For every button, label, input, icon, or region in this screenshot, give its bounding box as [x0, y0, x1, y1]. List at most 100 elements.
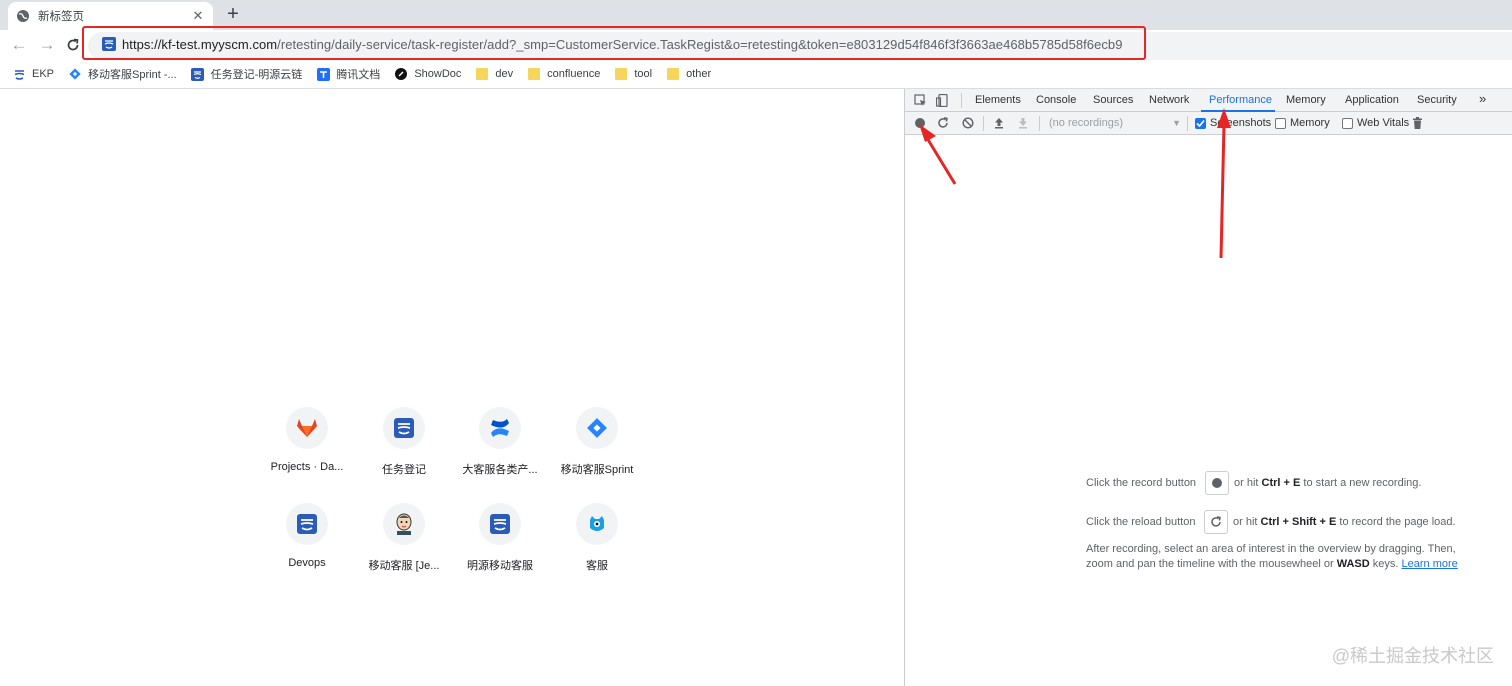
bookmark-folder[interactable]: dev — [475, 67, 513, 81]
tab-title: 新标签页 — [38, 11, 84, 23]
checkbox-checked-icon — [1195, 117, 1206, 129]
separator — [983, 116, 984, 131]
after-recording-help-2: zoom and pan the timeline with the mouse… — [1086, 558, 1458, 570]
help-text: Click the reload button — [1086, 516, 1196, 528]
shortcut-label: 移动客服Sprint — [560, 464, 634, 476]
tencent-docs-icon — [316, 67, 330, 81]
devtools-tab-bar: Elements Console Sources Network Perform… — [905, 89, 1512, 112]
reload-icon — [67, 38, 79, 51]
bookmarks-bar: EKP 移动客服Sprint -... 任务登记-明源云链 腾讯文档 ShowD… — [0, 62, 1512, 86]
bookmark-item[interactable]: ShowDoc — [394, 67, 461, 81]
tab-performance[interactable]: Performance — [1209, 94, 1272, 106]
shortcut-tile[interactable]: 任务登记 — [356, 407, 452, 477]
bookmark-folder[interactable]: tool — [614, 67, 652, 81]
bookmark-item[interactable]: 移动客服Sprint -... — [68, 66, 177, 82]
tab-security[interactable]: Security — [1417, 94, 1457, 106]
close-icon[interactable]: ✕ — [191, 8, 205, 24]
mingyuan-icon — [191, 67, 205, 81]
separator — [1039, 116, 1040, 131]
record-help-line-end: or hit Ctrl + E to start a new recording… — [1234, 477, 1421, 489]
tab-memory[interactable]: Memory — [1286, 94, 1326, 106]
tab-console[interactable]: Console — [1036, 94, 1076, 106]
reload-help-line: Click the reload button — [1086, 516, 1195, 528]
checkbox-unchecked-icon — [1275, 117, 1286, 129]
reload-record-button[interactable] — [936, 116, 950, 130]
mascot-icon — [576, 503, 618, 545]
jira-icon — [68, 67, 82, 81]
recordings-select[interactable]: (no recordings) ▼ — [1047, 115, 1181, 132]
folder-icon — [666, 67, 680, 81]
shortcut-tile[interactable]: 大客服各类产... — [452, 407, 548, 477]
bookmark-label: dev — [495, 68, 514, 80]
bookmark-item[interactable]: EKP — [12, 67, 54, 81]
shortcut-tile[interactable]: Projects · Da... — [259, 407, 355, 473]
help-reload-button[interactable] — [1204, 510, 1228, 534]
performance-toolbar: (no recordings) ▼ Screenshots Memory Web… — [905, 112, 1512, 135]
bookmark-label: other — [686, 68, 712, 80]
back-button[interactable]: ← — [8, 34, 30, 56]
reload-help-line-end: or hit Ctrl + Shift + E to record the pa… — [1233, 516, 1456, 528]
help-text: After recording, select an area of inter… — [1086, 543, 1456, 555]
tab-sources[interactable]: Sources — [1093, 94, 1133, 106]
shortcut-label: 客服 — [586, 560, 608, 572]
shortcut-label: Devops — [288, 557, 326, 569]
device-toolbar-icon[interactable] — [935, 93, 949, 107]
inspect-element-icon[interactable] — [913, 93, 927, 107]
checkbox-unchecked-icon — [1342, 117, 1353, 129]
keyboard-shortcut: WASD — [1336, 558, 1370, 570]
bookmark-folder[interactable]: other — [666, 67, 711, 81]
forward-button[interactable]: → — [36, 34, 58, 56]
mingyuan-icon — [12, 67, 26, 81]
tab-application[interactable]: Application — [1345, 94, 1399, 106]
new-tab-button[interactable]: + — [222, 3, 244, 25]
bookmark-folder[interactable]: confluence — [527, 67, 600, 81]
shortcut-label: Projects · Da... — [270, 461, 344, 473]
bookmark-item[interactable]: 腾讯文档 — [316, 66, 380, 82]
more-tabs-chevron-icon[interactable]: » — [1479, 91, 1486, 106]
shortcut-tile[interactable]: Devops — [259, 503, 355, 569]
shortcut-tile[interactable]: 移动客服 [Je... — [356, 503, 452, 573]
watermark: @稀土掘金技术社区 — [1331, 646, 1494, 666]
checkbox-label: Memory — [1290, 117, 1330, 129]
separator — [1187, 116, 1188, 131]
devtools-panel: Elements Console Sources Network Perform… — [904, 89, 1512, 686]
learn-more-link[interactable]: Learn more — [1402, 558, 1458, 570]
bookmark-label: 任务登记-明源云链 — [210, 69, 303, 81]
help-text: keys. — [1372, 558, 1399, 570]
record-button[interactable] — [913, 116, 927, 130]
reload-button[interactable] — [62, 34, 84, 56]
bookmark-label: EKP — [32, 68, 55, 80]
folder-icon — [475, 67, 489, 81]
dropdown-arrow-icon: ▼ — [1172, 118, 1181, 128]
bookmark-label: confluence — [547, 68, 601, 80]
shortcut-tile[interactable]: 明源移动客服 — [452, 503, 548, 573]
tab-network[interactable]: Network — [1149, 94, 1189, 106]
checkbox-label: Screenshots — [1210, 117, 1272, 129]
clear-icon[interactable] — [961, 116, 975, 130]
screenshots-checkbox[interactable]: Screenshots — [1195, 117, 1271, 129]
trash-icon[interactable] — [1410, 116, 1424, 130]
jira-icon — [576, 407, 618, 449]
gitlab-icon — [286, 407, 328, 449]
bookmark-label: tool — [634, 68, 653, 80]
tab-elements[interactable]: Elements — [975, 94, 1021, 106]
memory-checkbox[interactable]: Memory — [1275, 117, 1330, 129]
after-recording-help: After recording, select an area of inter… — [1086, 543, 1456, 555]
shortcut-tile[interactable]: 客服 — [549, 503, 645, 573]
download-icon — [1016, 116, 1030, 130]
mingyuan-icon — [383, 407, 425, 449]
shortcut-tile[interactable]: 移动客服Sprint — [549, 407, 645, 477]
web-vitals-checkbox[interactable]: Web Vitals — [1342, 117, 1409, 129]
shortcut-label: 明源移动客服 — [467, 560, 533, 572]
bookmark-item[interactable]: 任务登记-明源云链 — [191, 66, 303, 82]
address-bar-annotation-box — [82, 26, 1146, 60]
upload-icon[interactable] — [992, 116, 1006, 130]
help-text: to record the page load. — [1339, 516, 1456, 528]
keyboard-shortcut: Ctrl + Shift + E — [1260, 516, 1337, 528]
shortcut-label: 大客服各类产... — [462, 464, 538, 476]
new-tab-page: Projects · Da... 任务登记 大客服各类产... 移动客服Spri… — [0, 89, 904, 686]
showdoc-icon — [394, 67, 408, 81]
confluence-icon — [479, 407, 521, 449]
bookmark-label: 移动客服Sprint -... — [88, 69, 177, 81]
help-record-button[interactable] — [1205, 471, 1229, 495]
